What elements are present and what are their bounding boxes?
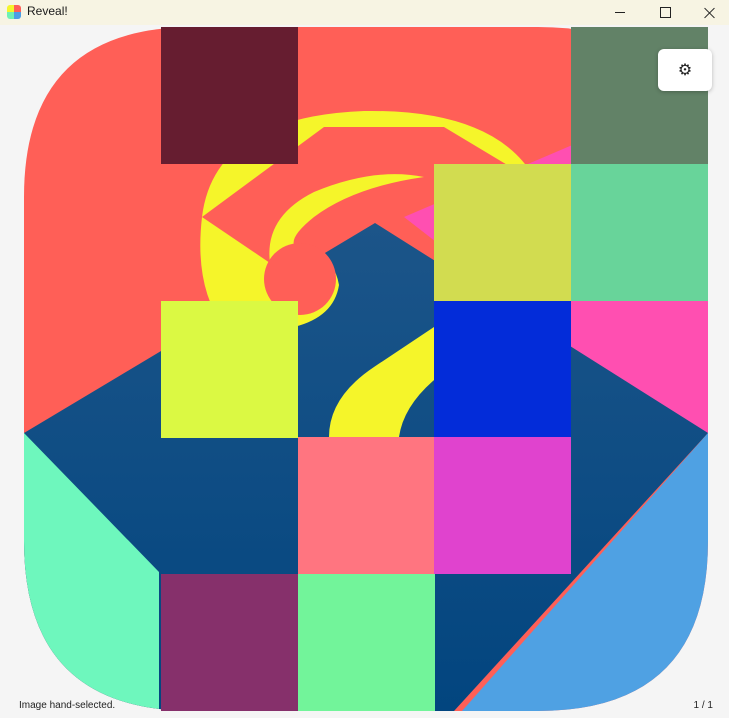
cover-tile-r2-c3[interactable] [434,301,571,438]
page-counter: 1 / 1 [693,700,713,711]
maximize-icon [659,7,671,18]
cover-tile-r4-c2[interactable] [298,574,435,711]
minimize-button[interactable] [597,0,643,25]
puzzle-board[interactable] [24,27,708,711]
cover-tile-r2-c1[interactable] [161,301,298,438]
minimize-icon [615,12,625,13]
cover-tile-r4-c1[interactable] [161,574,298,711]
window-title: Reveal! [27,4,68,18]
maximize-button[interactable] [642,0,688,25]
close-button[interactable] [687,0,729,25]
cover-tile-r3-c3[interactable] [434,437,571,574]
cover-tile-r0-c1[interactable] [161,27,298,164]
cover-tile-r0-c4[interactable] [571,27,708,164]
cover-tile-r1-c3[interactable] [434,164,571,301]
title-bar: Reveal! [0,0,729,25]
cover-tile-r1-c4[interactable] [571,164,708,301]
status-message: Image hand-selected. [19,700,116,711]
app-icon [7,5,21,19]
cover-tile-r3-c2[interactable] [298,437,435,574]
gear-icon: ⚙ [677,62,693,79]
close-icon [704,7,716,19]
settings-button[interactable]: ⚙ [658,49,712,91]
